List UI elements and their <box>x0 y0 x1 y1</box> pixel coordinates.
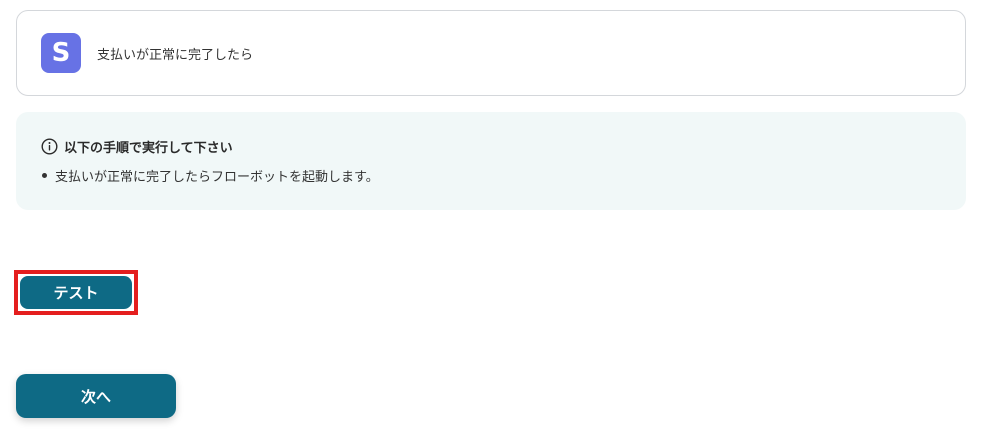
instructions-title-row: 以下の手順で実行して下さい <box>41 137 942 156</box>
instructions-title: 以下の手順で実行して下さい <box>64 141 233 156</box>
trigger-label: 支払いが正常に完了したら <box>97 47 254 63</box>
info-icon <box>41 138 58 155</box>
next-button[interactable]: 次へ <box>16 374 176 418</box>
test-button[interactable]: テスト <box>20 276 132 309</box>
page: S 支払いが正常に完了したら 以下の手順で実行して下さい 支払いが正常に完了した… <box>0 0 981 433</box>
stripe-s-icon: S <box>41 33 81 73</box>
instructions-item: 支払いが正常に完了したらフローボットを起動します。 <box>41 166 942 185</box>
trigger-card[interactable]: S 支払いが正常に完了したら <box>16 10 966 96</box>
instructions-list: 支払いが正常に完了したらフローボットを起動します。 <box>41 166 942 185</box>
instructions-box: 以下の手順で実行して下さい 支払いが正常に完了したらフローボットを起動します。 <box>16 112 966 210</box>
app-logo-letter: S <box>51 38 71 68</box>
